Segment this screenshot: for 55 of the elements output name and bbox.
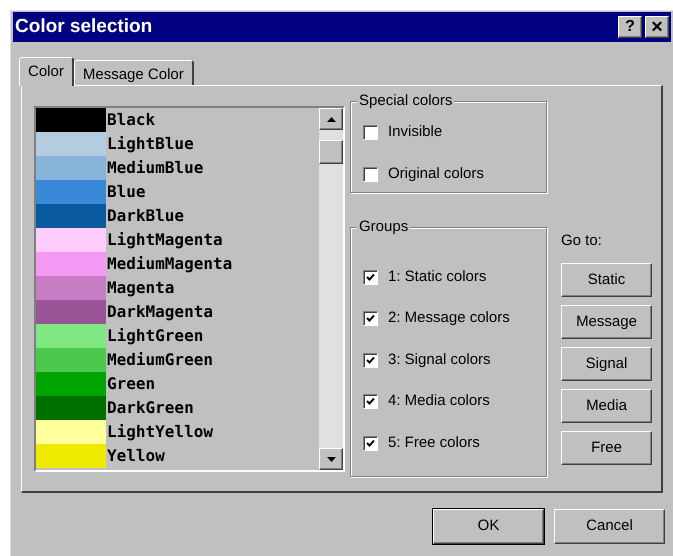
down-arrow-icon <box>326 456 336 462</box>
checkbox[interactable] <box>363 166 378 182</box>
color-name[interactable]: Yellow <box>106 444 165 468</box>
checkbox[interactable] <box>363 311 378 326</box>
color-name[interactable]: LightGreen <box>106 324 204 348</box>
go-to-button[interactable]: Media <box>561 389 652 423</box>
checkbox-label: 4: Media colors <box>388 391 490 412</box>
color-name[interactable]: DarkBlue <box>106 204 184 228</box>
color-name[interactable]: LightBlue <box>106 132 194 156</box>
color-name[interactable]: Green <box>106 372 156 396</box>
checkbox-label: 5: Free colors <box>388 432 480 453</box>
go-to-label: Go to: <box>561 231 603 251</box>
color-name[interactable]: DarkMagenta <box>106 300 213 324</box>
color-name[interactable]: Blue <box>106 180 146 204</box>
scroll-down-button[interactable] <box>319 448 343 470</box>
go-to-button[interactable]: Message <box>561 305 652 339</box>
tab[interactable]: Color <box>19 57 74 86</box>
checkbox[interactable] <box>363 394 378 409</box>
window-title: Color selection <box>15 14 154 39</box>
color-list[interactable]: Black LightBlue MediumBlue Blue DarkBlue LightMagenta MediumMagenta Magenta DarkMagenta LightGreen MediumGreen Green DarkGreen LightYellow Yellow <box>34 106 345 472</box>
scroll-thumb[interactable] <box>319 140 343 164</box>
checkmark-icon <box>366 397 375 406</box>
color-name[interactable]: Black <box>106 108 156 132</box>
go-to-button[interactable]: Static <box>561 263 652 297</box>
color-name[interactable]: MediumMagenta <box>106 252 232 276</box>
help-button[interactable]: ? <box>618 16 642 38</box>
go-to-button[interactable]: Free <box>561 431 652 465</box>
checkbox-label: Invisible <box>388 122 442 142</box>
checkbox-label: 1: Static colors <box>388 266 486 287</box>
checkbox-label: 2: Message colors <box>388 308 510 328</box>
group-title: Special colors <box>357 91 454 111</box>
dialog-button[interactable]: Cancel <box>554 509 665 544</box>
checkmark-icon <box>366 272 375 282</box>
checkmark-icon <box>366 438 375 448</box>
scrollbar[interactable] <box>319 108 343 470</box>
checkmark-icon <box>366 356 375 364</box>
tab[interactable]: Message Color <box>74 60 194 85</box>
checkbox[interactable] <box>363 352 378 368</box>
checkbox[interactable] <box>363 124 378 140</box>
color-name[interactable]: Magenta <box>106 276 174 300</box>
color-name[interactable]: DarkGreen <box>106 396 194 420</box>
color-name[interactable]: LightYellow <box>106 420 213 444</box>
scroll-up-button[interactable] <box>319 108 343 130</box>
checkbox[interactable] <box>363 270 378 284</box>
color-name[interactable]: MediumBlue <box>106 156 204 180</box>
close-button[interactable]: × <box>645 16 669 38</box>
checkbox[interactable] <box>363 436 378 450</box>
go-to-button[interactable]: Signal <box>561 347 652 381</box>
color-name[interactable]: MediumGreen <box>106 348 213 372</box>
checkbox-label: Original colors <box>388 164 484 184</box>
checkbox-label: 3: Signal colors <box>388 350 491 370</box>
checkmark-icon <box>366 314 375 323</box>
dialog-button[interactable]: OK <box>433 509 544 544</box>
color-name[interactable]: LightMagenta <box>106 228 223 252</box>
up-arrow-icon <box>326 116 336 122</box>
